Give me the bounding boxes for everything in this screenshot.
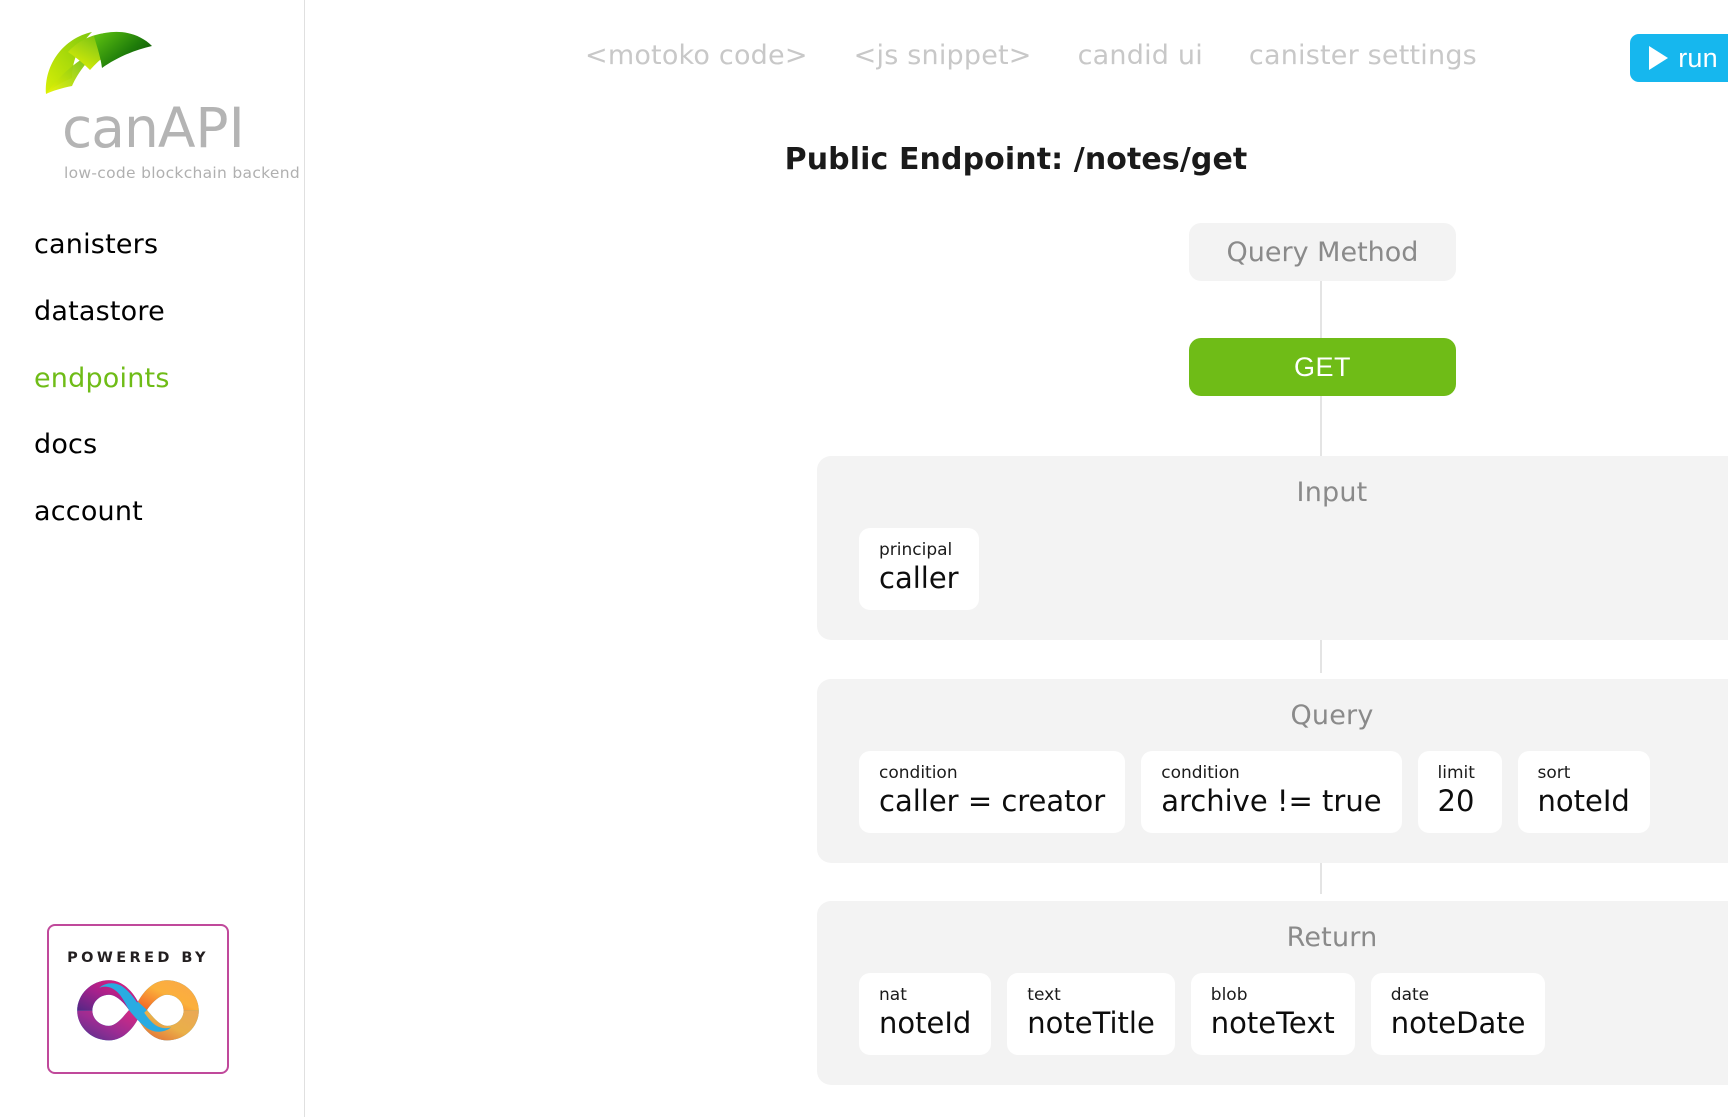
connector-line [1320,396,1322,456]
tab-js-snippet[interactable]: <js snippet> [854,40,1032,71]
sidebar-nav: canisters datastore endpoints docs accou… [0,230,304,526]
sidebar-item-label: datastore [34,295,165,327]
brand-name-part2: API [157,96,245,160]
run-button[interactable]: run [1630,34,1728,82]
internet-computer-infinity-icon [77,980,199,1041]
connector-line [1320,281,1322,338]
chip-value: noteId [1537,784,1630,819]
sidebar-item-label: docs [34,429,98,461]
query-method-selector[interactable]: Query Method [1189,223,1456,281]
return-chip[interactable]: text noteTitle [1007,973,1175,1055]
chip-type: text [1027,985,1061,1005]
http-method-label: GET [1293,351,1351,382]
input-chip[interactable]: principal caller [859,528,979,610]
chip-type: blob [1210,985,1248,1005]
powered-by-label: POWERED BY [67,950,209,966]
page-title: Public Endpoint: /notes/get [784,142,1248,177]
sidebar-item-docs[interactable]: docs [34,430,304,460]
return-chip-list: nat noteId text noteTitle blob noteText … [817,973,1728,1085]
query-method-label: Query Method [1226,236,1419,268]
sidebar-item-label: endpoints [34,362,170,394]
chip-value: caller = creator [879,784,1106,819]
chip-type: condition [879,763,958,783]
query-section-header: Query + [817,679,1728,751]
run-button-label: run [1678,42,1718,73]
chip-value: caller [879,561,959,596]
chip-value: noteTitle [1027,1006,1155,1041]
brand-tagline: low-code blockchain backend [64,164,300,183]
query-chip[interactable]: condition archive != true [1141,751,1402,833]
chip-value: noteDate [1390,1006,1526,1041]
chip-type: nat [879,985,907,1005]
tab-candid-ui[interactable]: candid ui [1078,40,1203,71]
return-section-header: Return + [817,901,1728,973]
query-chip-list: condition caller = creator condition arc… [817,751,1728,863]
app-root: canAPI low-code blockchain backend canis… [0,0,1728,1117]
chip-type: condition [1161,763,1240,783]
sidebar: canAPI low-code blockchain backend canis… [0,0,305,1117]
top-tabs: <motoko code> <js snippet> candid ui can… [585,40,1477,71]
input-section-header: Input + [817,456,1728,528]
return-section-title: Return [1286,921,1378,953]
sidebar-item-label: account [34,496,143,527]
sidebar-item-canisters[interactable]: canisters [34,230,304,260]
return-chip[interactable]: date noteDate [1370,973,1546,1055]
brand-logo[interactable]: canAPI low-code blockchain backend [0,0,304,182]
http-method-button[interactable]: GET [1189,338,1456,396]
top-toolbar: <motoko code> <js snippet> candid ui can… [305,34,1728,90]
brand-name-part1: can [62,96,159,160]
play-icon [1649,46,1669,70]
chip-type: limit [1437,763,1475,783]
return-section: Return + nat noteId text noteTitle blob … [817,901,1728,1085]
brand-name: canAPI [62,101,304,156]
chip-value: noteText [1210,1006,1335,1041]
chip-type: sort [1537,763,1571,783]
tab-motoko-code[interactable]: <motoko code> [585,40,808,71]
query-section-title: Query [1290,699,1374,731]
query-chip[interactable]: sort noteId [1517,751,1650,833]
return-chip[interactable]: nat noteId [859,973,992,1055]
chip-value: archive != true [1161,784,1382,819]
chip-value: noteId [879,1006,972,1041]
sidebar-item-label: canisters [34,229,159,261]
query-section: Query + condition caller = creator condi… [817,679,1728,863]
chip-value: 20 [1437,784,1475,819]
chip-type: date [1390,985,1430,1005]
input-chip-list: principal caller [817,528,1728,640]
main-content: <motoko code> <js snippet> candid ui can… [305,0,1728,1117]
sidebar-item-datastore[interactable]: datastore [34,297,304,327]
sidebar-item-endpoints[interactable]: endpoints [34,362,304,394]
input-section: Input + principal caller [817,456,1728,640]
query-chip[interactable]: condition caller = creator [859,751,1126,833]
sidebar-item-account[interactable]: account [34,497,304,527]
input-section-title: Input [1296,476,1368,508]
tab-canister-settings[interactable]: canister settings [1249,40,1477,71]
chip-type: principal [879,540,953,560]
leaf-logo-icon [38,22,158,100]
powered-by-badge: POWERED BY [47,924,229,1074]
return-chip[interactable]: blob noteText [1190,973,1355,1055]
query-chip[interactable]: limit 20 [1417,751,1502,833]
